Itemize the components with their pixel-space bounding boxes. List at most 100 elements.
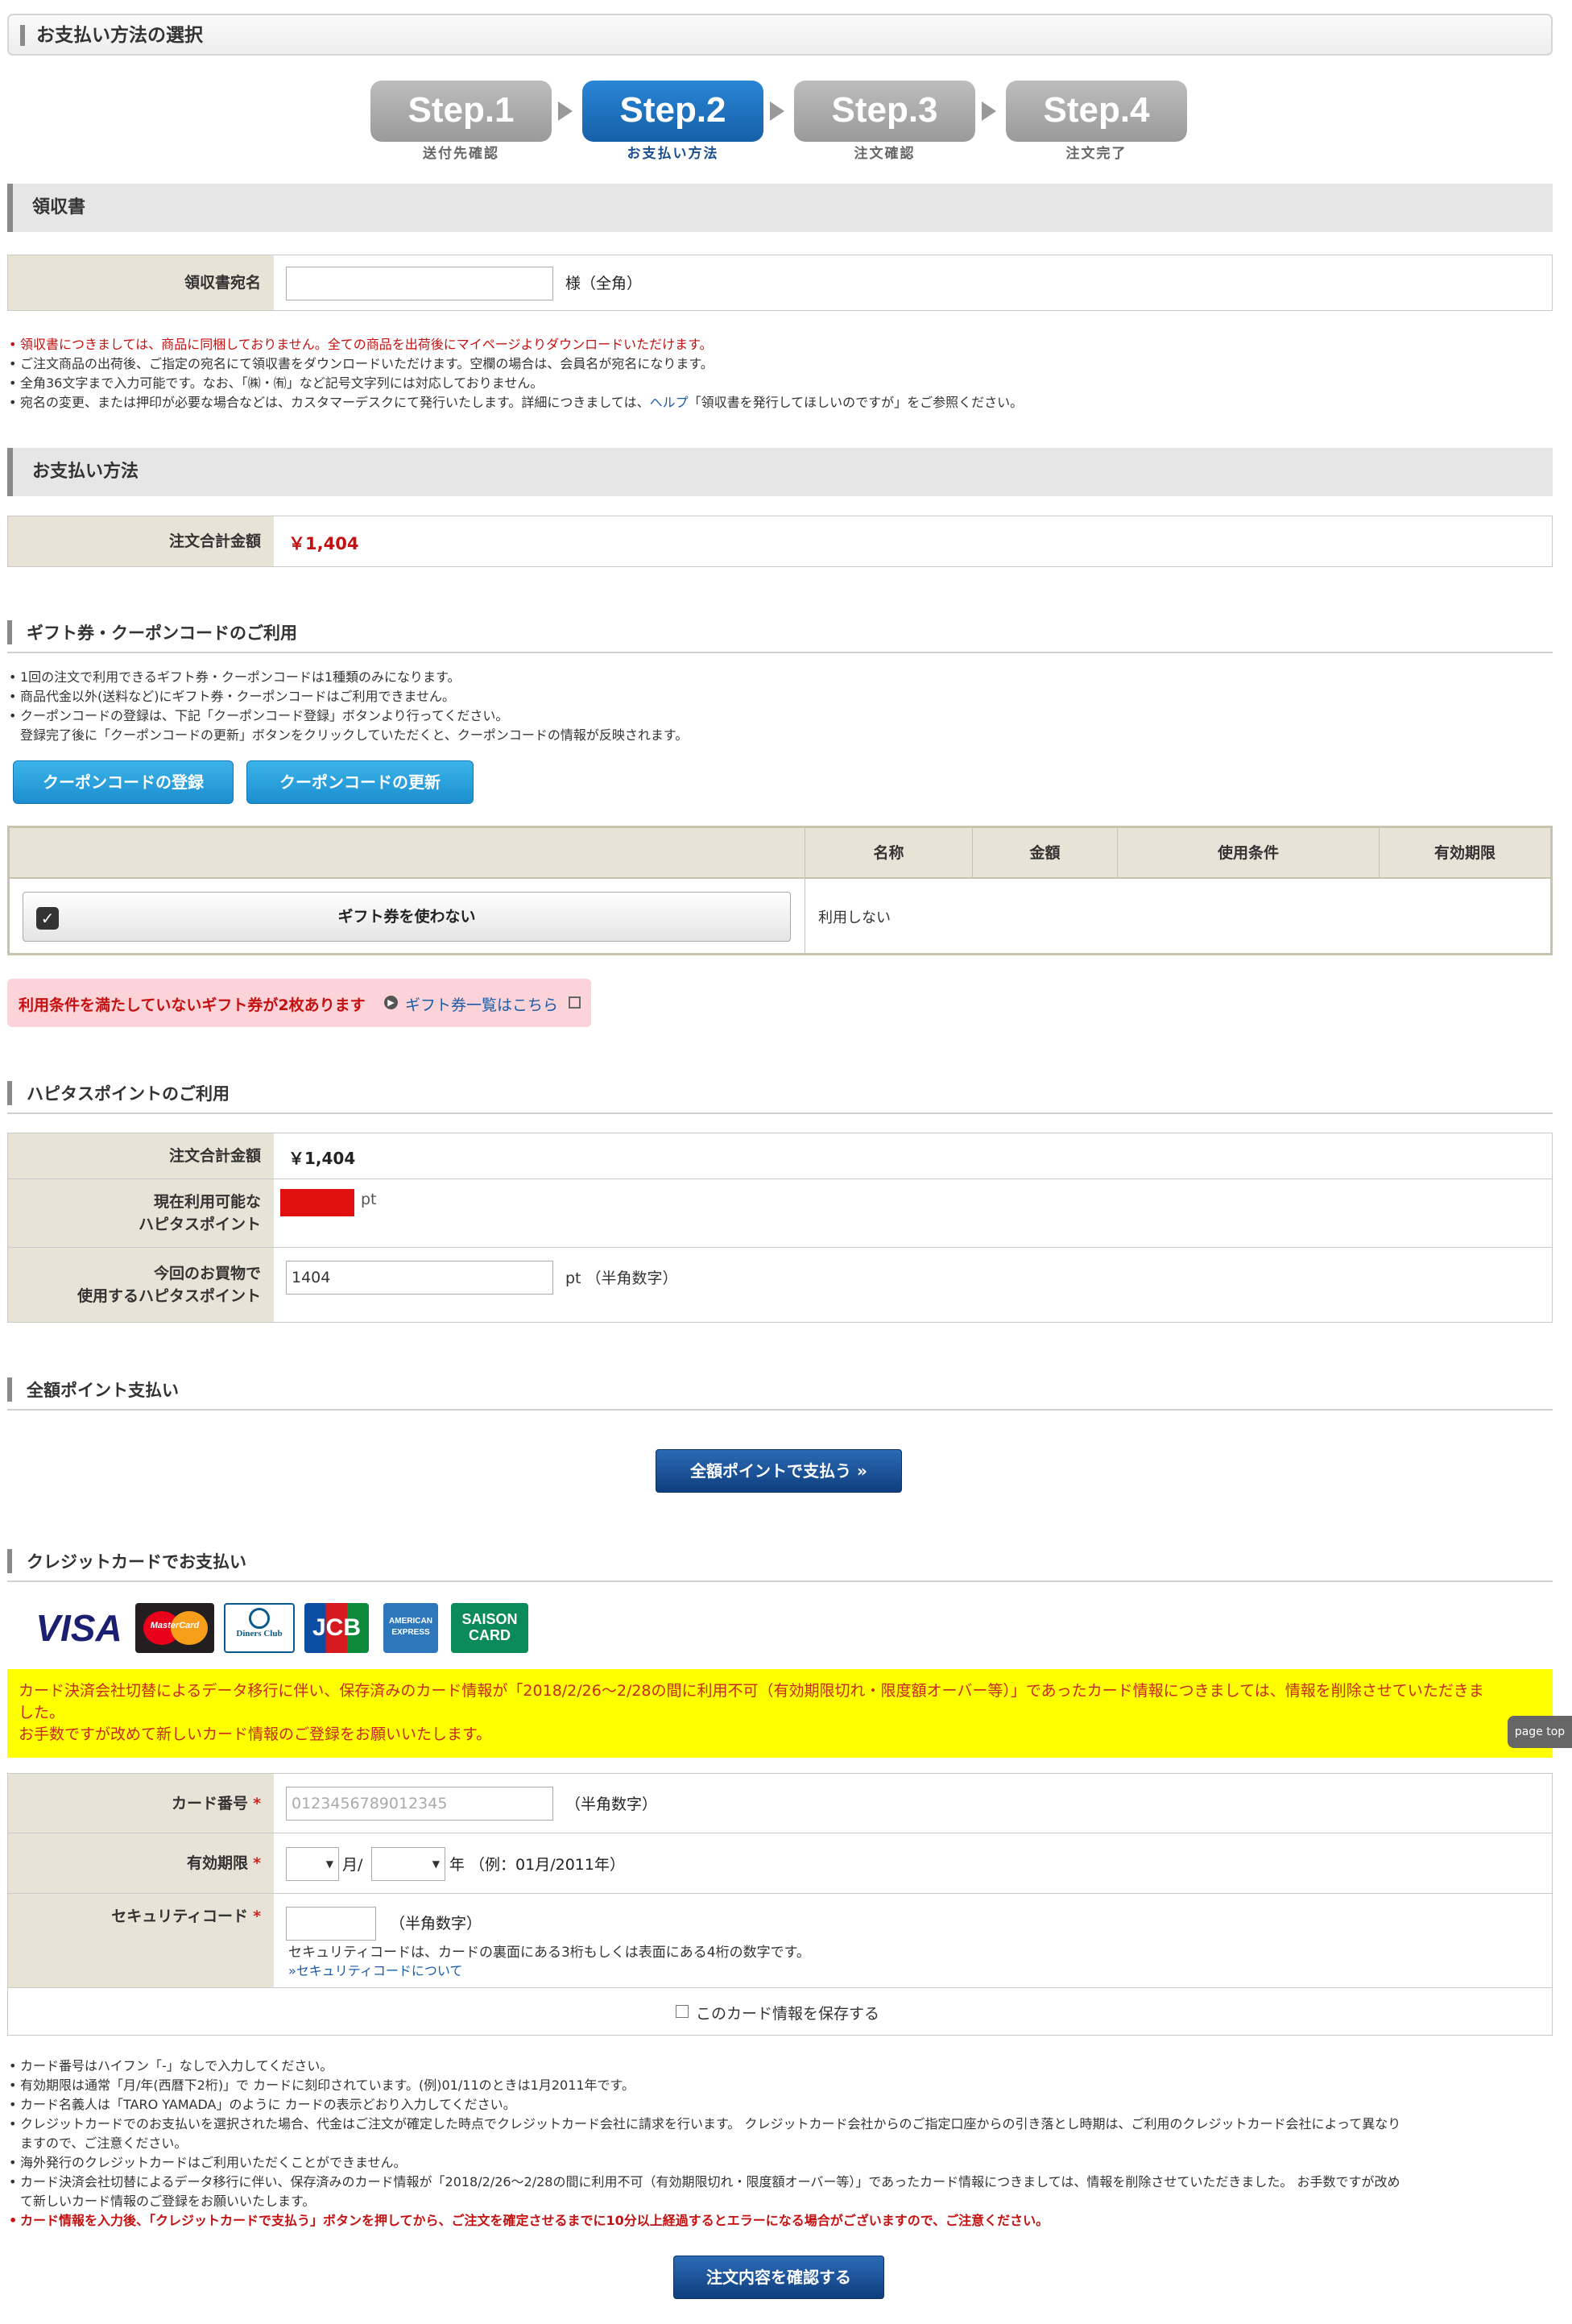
security-code-desc: セキュリティコードは、カードの裏面にある3桁もしくは表面にある4桁の数字です。 <box>288 1945 810 1961</box>
jcb-logo-icon: JCB <box>304 1603 369 1653</box>
required-mark: * <box>253 1908 261 1925</box>
card-number-hint: （半角数字） <box>565 1796 658 1813</box>
gift-notes: 1回の注文で利用できるギフト券・クーポンコードは1種類のみになります。 商品代金… <box>7 668 1537 745</box>
security-code-hint: （半角数字） <box>390 1915 482 1933</box>
confirm-order-button[interactable]: 注文内容を確認する <box>673 2256 884 2299</box>
arrow-circle-icon: ▶ <box>384 996 398 1009</box>
gift-list-link[interactable]: ギフト券一覧はこちら <box>405 993 558 1015</box>
points-use-label-2: 使用するハピタスポイント <box>77 1287 261 1305</box>
gift-section-header: ギフト券・クーポンコードのご利用 <box>7 615 1553 653</box>
receipt-name-suffix: 様（全角） <box>565 275 643 292</box>
save-card-checkbox[interactable] <box>676 2005 689 2018</box>
alert-line-2: した。 <box>19 1704 65 1721</box>
save-card-label: このカード情報を保存する <box>696 2005 880 2023</box>
step-3-caption: 注文確認 <box>854 146 916 162</box>
full-points-accent-bar <box>7 1377 12 1402</box>
gift-note: クーポンコードの登録は、下記「クーポンコード登録」ボタンより行ってください。 <box>7 706 1537 726</box>
order-total-value: ￥1,404 <box>288 534 359 553</box>
gift-table: 名称 金額 使用条件 有効期限 ✓ ギフト券を使わない 利用しない <box>7 826 1553 955</box>
amex-logo-icon: AMERICAN EXPRESS <box>383 1603 438 1653</box>
step-2: Step.2 <box>582 81 763 142</box>
mastercard-wordmark: MasterCard <box>150 1621 200 1630</box>
credit-note-cont: ますので、ご注意ください。 <box>20 2136 188 2151</box>
header-accent-bar <box>20 25 25 46</box>
step-arrow-icon <box>770 101 784 121</box>
security-code-help-link[interactable]: »セキュリティコードについて <box>288 1960 462 1979</box>
expiry-label: 有効期限 * <box>8 1833 274 1893</box>
step-arrow-icon <box>982 101 996 121</box>
checkbox-checked-icon: ✓ <box>36 907 59 930</box>
receipt-name-row: 領収書宛名 様（全角） <box>7 255 1553 311</box>
credit-notes: カード番号はハイフン「-」なしで入力してください。 有効期限は通常「月/年(西暦… <box>7 2057 1553 2231</box>
credit-note: カード名義人は「TARO YAMADA」のように カードの表示どおり入力してくだ… <box>7 2095 1553 2115</box>
receipt-notes: 領収書につきましては、商品に同梱しておりません。全ての商品を出荷後にマイページよ… <box>7 335 1537 412</box>
points-accent-bar <box>7 1081 12 1105</box>
pay-full-points-button[interactable]: 全額ポイントで支払う » <box>656 1449 902 1493</box>
card-number-row: カード番号 * 0123456789012345 （半角数字） <box>7 1773 1553 1833</box>
receipt-note: 全角36文字まで入力可能です。なお、「㈱・㈲」など記号文字列には対応しておりませ… <box>7 374 1537 393</box>
credit-note: カード番号はハイフン「-」なしで入力してください。 <box>7 2057 1553 2076</box>
step-3: Step.3 <box>794 81 975 142</box>
diners-wordmark: Diners Club <box>236 1629 283 1638</box>
gift-note: 1回の注文で利用できるギフト券・クーポンコードは1種類のみになります。 <box>7 668 1537 687</box>
required-mark: * <box>253 1854 261 1872</box>
gift-col-expiry: 有効期限 <box>1379 828 1550 879</box>
coupon-register-button[interactable]: クーポンコードの登録 <box>13 760 234 804</box>
expiry-row: 有効期限 * ▼ 月/ ▼ 年 （例：01月/2011年） <box>7 1833 1553 1894</box>
credit-section-header: クレジットカードでお支払い <box>7 1543 1553 1582</box>
expiry-year-unit: 年 （例：01月/2011年） <box>449 1856 625 1874</box>
card-number-input[interactable]: 0123456789012345 <box>286 1787 553 1821</box>
alert-line-3: お手数ですが改めて新しいカード情報のご登録をお願いいたします。 <box>19 1725 492 1743</box>
visa-logo-icon: VISA <box>35 1607 122 1649</box>
receipt-note: ご注文商品の出荷後、ご指定の宛名にて領収書をダウンロードいただけます。空欄の場合… <box>7 354 1537 374</box>
credit-note-warning: カード情報を入力後、「クレジットカードで支払う」ボタンを押してから、ご注文を確定… <box>7 2211 1553 2231</box>
gift-note: 商品代金以外(送料など)にギフト券・クーポンコードはご利用できません。 <box>7 687 1537 706</box>
receipt-section-header: 領収書 <box>7 184 1553 232</box>
payment-section-header: お支払い方法 <box>7 448 1553 496</box>
coupon-update-button[interactable]: クーポンコードの更新 <box>246 760 474 804</box>
step-4-caption: 注文完了 <box>1065 146 1127 162</box>
points-use-suffix: pt （半角数字） <box>565 1270 678 1287</box>
no-gift-status: 利用しない <box>818 909 891 926</box>
credit-note: クレジットカードでのお支払いを選択された場合、代金はご注文が確定した時点でクレジ… <box>7 2115 1553 2134</box>
gift-note-cont: 登録完了後に「クーポンコードの更新」ボタンをクリックしていただくと、クーポンコー… <box>20 727 689 743</box>
full-points-section-title: 全額ポイント支払い <box>27 1381 179 1400</box>
points-available-label-1: 現在利用可能な <box>153 1193 261 1211</box>
receipt-note: 領収書につきましては、商品に同梱しておりません。全ての商品を出荷後にマイページよ… <box>7 335 1537 354</box>
gift-warning-text: 利用条件を満たしていないギフト券が2枚あります <box>19 996 366 1014</box>
saison-logo-icon: SAISON CARD <box>451 1603 528 1653</box>
help-link[interactable]: ヘルプ <box>650 395 689 410</box>
save-card-row: このカード情報を保存する <box>7 1987 1553 2036</box>
card-number-label: カード番号 * <box>8 1774 274 1833</box>
external-window-icon <box>569 996 581 1009</box>
gift-col-name: 名称 <box>805 828 972 879</box>
receipt-note-tail: 「領収書を発行してほしいのですが」をご参照ください。 <box>688 395 1024 410</box>
receipt-name-input[interactable] <box>286 267 553 300</box>
alert-line-1: カード決済会社切替によるデータ移行に伴い、保存済みのカード情報が「2018/2/… <box>19 1682 1484 1700</box>
gift-accent-bar <box>7 620 12 644</box>
expiry-year-select[interactable]: ▼ <box>371 1847 445 1881</box>
credit-note-cont: て新しいカード情報のご登録をお願いいたします。 <box>20 2194 316 2209</box>
gift-warning: 利用条件を満たしていないギフト券が2枚あります ▶ ギフト券一覧はこちら <box>7 979 591 1027</box>
card-migration-alert: カード決済会社切替によるデータ移行に伴い、保存済みのカード情報が「2018/2/… <box>7 1669 1553 1758</box>
step-arrow-icon <box>558 101 573 121</box>
points-total-value: ￥1,404 <box>288 1149 356 1168</box>
points-available-unit: pt <box>361 1191 377 1208</box>
points-use-input[interactable]: 1404 <box>286 1261 553 1295</box>
no-gift-button[interactable]: ✓ ギフト券を使わない <box>23 892 791 942</box>
no-gift-label: ギフト券を使わない <box>337 908 476 926</box>
credit-note: カード決済会社切替によるデータ移行に伴い、保存済みのカード情報が「2018/2/… <box>7 2173 1553 2192</box>
receipt-section-title: 領収書 <box>32 197 86 217</box>
expiry-month-unit: 月/ <box>342 1856 363 1874</box>
security-code-input[interactable] <box>286 1907 376 1941</box>
credit-note: 海外発行のクレジットカードはご利用いただくことができません。 <box>7 2153 1553 2173</box>
points-available-label-2: ハピタスポイント <box>138 1216 261 1233</box>
points-use-row: 今回のお買物で 使用するハピタスポイント 1404 pt （半角数字） <box>7 1247 1553 1323</box>
step-4: Step.4 <box>1006 81 1187 142</box>
payment-section-title: お支払い方法 <box>32 462 139 482</box>
page-top-button[interactable]: page top <box>1508 1716 1572 1748</box>
order-total-label: 注文合計金額 <box>8 516 274 566</box>
security-label-text: セキュリティコード <box>111 1908 249 1925</box>
expiry-label-text: 有効期限 <box>187 1854 249 1872</box>
expiry-month-select[interactable]: ▼ <box>286 1847 339 1881</box>
